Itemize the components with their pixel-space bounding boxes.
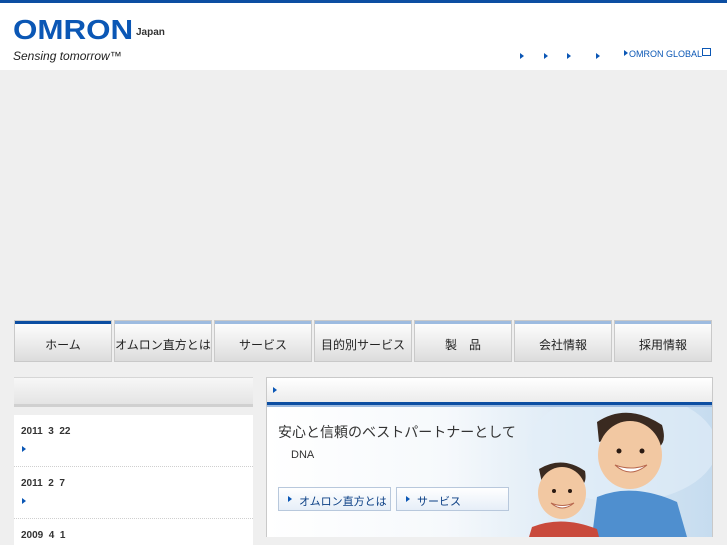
site-header: OMRON Japan Sensing tomorrow™ OMRON GLOB… <box>0 3 727 70</box>
nav-bar <box>615 321 711 324</box>
utility-link-2-arrow-icon[interactable] <box>544 53 548 59</box>
news-header <box>14 377 253 407</box>
omron-global-link[interactable]: OMRON GLOBAL <box>629 49 702 59</box>
omron-logo[interactable]: OMRON <box>13 14 133 46</box>
nav-bar <box>415 321 511 324</box>
feature-panel: 安心と信頼のベストパートナーとして DNA オムロン直方とは サービス <box>266 377 713 537</box>
nav-item-label: オムロン直方とは <box>115 338 211 352</box>
services-button[interactable]: サービス <box>396 487 509 511</box>
nav-bar <box>515 321 611 324</box>
about-button[interactable]: オムロン直方とは <box>278 487 391 511</box>
hero-flash-area <box>0 70 727 320</box>
news-arrow-icon[interactable] <box>22 498 26 504</box>
news-header-rule <box>14 404 253 407</box>
nav-bar <box>215 321 311 324</box>
button-arrow-icon <box>406 496 410 502</box>
nav-item-about[interactable]: オムロン直方とは <box>114 320 212 362</box>
news-arrow-icon[interactable] <box>22 446 26 452</box>
news-item[interactable]: 2011 3 22 <box>14 415 253 467</box>
nav-bar <box>115 321 211 324</box>
news-date: 2011 2 7 <box>21 478 65 489</box>
region-label: Japan <box>136 27 165 38</box>
nav-active-bar <box>15 321 111 324</box>
feature-banner: 安心と信頼のベストパートナーとして DNA オムロン直方とは サービス <box>267 407 712 537</box>
nav-item-services[interactable]: サービス <box>214 320 312 362</box>
about-button-label: オムロン直方とは <box>299 495 387 508</box>
global-link-arrow-icon <box>624 50 628 56</box>
utility-link-3-arrow-icon[interactable] <box>567 53 571 59</box>
feature-header-arrow-icon[interactable] <box>273 387 277 393</box>
global-navigation: ホーム オムロン直方とは サービス 目的別サービス 製 品 会社情報 採用情報 <box>14 320 714 362</box>
children-photo <box>527 407 712 537</box>
nav-item-products[interactable]: 製 品 <box>414 320 512 362</box>
nav-item-label: 目的別サービス <box>320 338 405 352</box>
news-date: 2011 3 22 <box>21 426 71 437</box>
news-item[interactable]: 2009 4 1 <box>14 519 253 545</box>
external-window-icon <box>702 48 711 56</box>
nav-item-label: 製 品 <box>444 338 481 352</box>
nav-item-label: サービス <box>238 338 287 352</box>
feature-subtitle: DNA <box>291 449 315 461</box>
nav-item-services-by-purpose[interactable]: 目的別サービス <box>314 320 412 362</box>
utility-link-4-arrow-icon[interactable] <box>596 53 600 59</box>
nav-item-company[interactable]: 会社情報 <box>514 320 612 362</box>
news-panel: 2011 3 22 2011 2 7 2009 4 1 <box>14 377 253 545</box>
nav-item-label: 会社情報 <box>538 338 587 352</box>
nav-item-recruit[interactable]: 採用情報 <box>614 320 712 362</box>
nav-item-label: 採用情報 <box>638 338 687 352</box>
utility-links: OMRON GLOBAL <box>0 48 727 63</box>
feature-title: 安心と信頼のベストパートナーとして <box>278 425 516 441</box>
news-item[interactable]: 2011 2 7 <box>14 467 253 519</box>
nav-bar <box>315 321 411 324</box>
services-button-label: サービス <box>417 495 461 508</box>
feature-header <box>267 378 712 402</box>
nav-item-label: ホーム <box>45 338 81 352</box>
nav-item-home[interactable]: ホーム <box>14 320 112 362</box>
news-date: 2009 4 1 <box>21 530 66 541</box>
utility-link-1-arrow-icon[interactable] <box>520 53 524 59</box>
button-arrow-icon <box>288 496 292 502</box>
